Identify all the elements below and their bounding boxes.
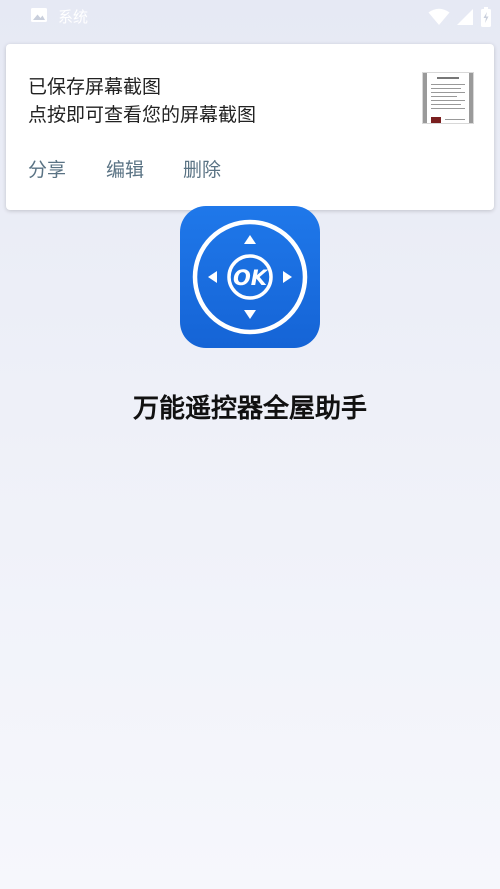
app-logo: OK	[180, 206, 320, 348]
battery-icon	[480, 7, 492, 31]
logo-ok-text: OK	[233, 266, 269, 290]
share-button[interactable]: 分享	[28, 155, 66, 185]
notification-title: 已保存屏幕截图	[28, 76, 162, 98]
image-icon	[30, 7, 48, 27]
edit-button[interactable]: 编辑	[106, 155, 144, 185]
signal-icon	[456, 8, 474, 30]
screenshot-notification[interactable]: 已保存屏幕截图 点按即可查看您的屏幕截图 分享 编辑 删除	[6, 44, 494, 210]
wifi-icon	[428, 8, 450, 30]
app-name: 万能遥控器全屋助手	[132, 394, 367, 424]
delete-button[interactable]: 删除	[183, 155, 221, 185]
notification-text: 点按即可查看您的屏幕截图	[28, 104, 257, 126]
status-bar: 系统	[0, 0, 500, 34]
screenshot-thumbnail[interactable]	[422, 72, 474, 124]
status-notification-label: 系统	[58, 8, 89, 26]
status-right	[422, 7, 492, 31]
status-left: 系统	[30, 7, 88, 27]
screen: { "status_bar": { "notification_label": …	[0, 0, 500, 889]
